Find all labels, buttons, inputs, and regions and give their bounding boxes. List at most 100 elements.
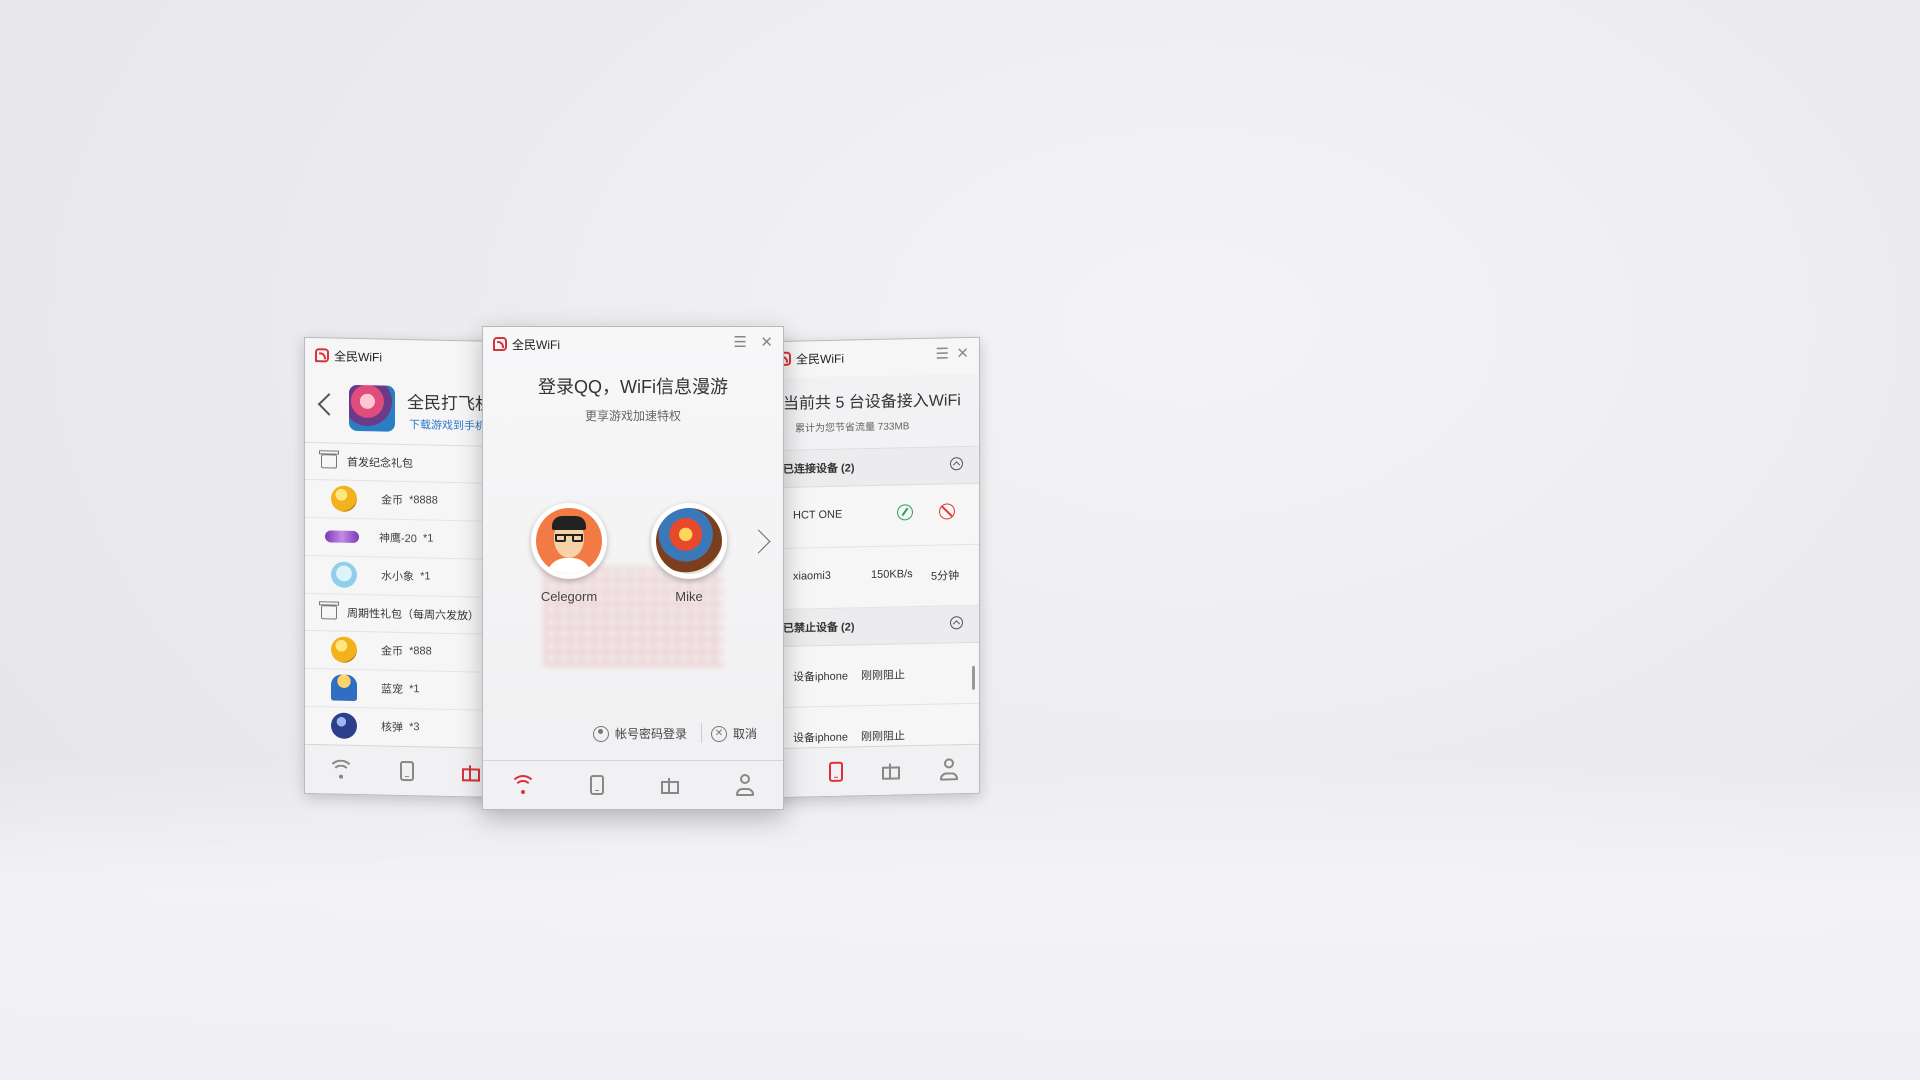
gold-coin-icon — [331, 636, 357, 663]
item-qty: *1 — [409, 683, 420, 696]
avatar-image — [656, 508, 722, 574]
device-row: HCT ONE — [767, 483, 979, 550]
item-qty: *3 — [409, 721, 420, 734]
device-name: 设备iphone — [793, 670, 849, 684]
avatar-image — [536, 508, 602, 574]
avatar[interactable] — [531, 503, 607, 579]
gift-icon[interactable] — [660, 776, 680, 794]
bottom-nav — [483, 760, 783, 809]
gold-coin-icon — [331, 485, 357, 512]
list-item: 水小象 *1 — [305, 554, 505, 599]
gift-icon[interactable] — [461, 763, 481, 781]
section-label: 首发纪念礼包 — [347, 456, 413, 471]
item-name: 神鹰-20 — [379, 532, 417, 546]
devices-window: 全民WiFi ☰ ✕ 当前共 5 台设备接入WiFi 累计为您节省流量 733M… — [766, 336, 980, 799]
password-login-button[interactable]: 帐号密码登录 — [593, 725, 687, 742]
device-row: xiaomi3 150KB/s 5分钟 — [767, 544, 979, 611]
item-qty: *1 — [420, 570, 431, 583]
app-title: 全民WiFi — [796, 351, 844, 367]
wifi-icon[interactable] — [327, 757, 354, 786]
back-icon[interactable] — [317, 393, 341, 416]
next-arrow-icon[interactable] — [746, 529, 771, 554]
collapse-icon[interactable] — [950, 457, 963, 471]
device-speed: 150KB/s — [871, 568, 913, 582]
cancel-button[interactable]: ✕ 取消 — [711, 725, 757, 742]
account-mike[interactable]: Mike — [649, 503, 729, 604]
elephant-icon — [331, 561, 357, 588]
user-icon[interactable] — [939, 758, 959, 780]
device-name: xiaomi3 — [793, 569, 831, 583]
block-icon[interactable] — [939, 503, 955, 520]
device-count-heading: 当前共 5 台设备接入WiFi — [783, 392, 961, 413]
device-status: 刚刚阻止 — [861, 730, 905, 744]
item-qty: *1 — [423, 532, 434, 545]
menu-icon[interactable]: ☰ — [936, 345, 949, 362]
fighter-plane-icon — [325, 530, 359, 544]
cancel-label: 取消 — [733, 727, 758, 741]
gift-box-icon — [321, 454, 337, 469]
tablet-icon[interactable] — [590, 775, 605, 795]
gift-window: 全民WiFi 全民打飞机 下载游戏到手机 首发纪念礼包 金币 *8888 神鹰-… — [304, 336, 506, 799]
account-celegorm[interactable]: Celegorm — [529, 503, 609, 604]
section-label: 已连接设备 (2) — [783, 462, 855, 476]
avatar[interactable] — [651, 503, 727, 579]
collapse-icon[interactable] — [950, 616, 963, 630]
list-item: 神鹰-20 *1 — [305, 516, 505, 561]
item-name: 水小象 — [381, 570, 414, 584]
menu-icon[interactable]: ☰ — [734, 335, 747, 351]
password-login-label: 帐号密码登录 — [615, 727, 688, 741]
section-label: 已禁止设备 (2) — [783, 621, 855, 635]
traffic-saved: 累计为您节省流量 733MB — [795, 421, 910, 435]
cancel-icon: ✕ — [711, 725, 727, 742]
login-subheading: 更享游戏加速特权 — [584, 409, 681, 423]
list-item: 金币 *888 — [305, 629, 505, 674]
login-heading: 登录QQ，WiFi信息漫游 — [538, 377, 728, 397]
item-qty: *888 — [409, 645, 432, 658]
person-icon — [593, 725, 609, 742]
device-time: 5分钟 — [931, 570, 960, 583]
device-row: 设备iphone 刚刚阻止 — [767, 642, 979, 709]
game-header: 全民打飞机 下载游戏到手机 — [305, 373, 505, 448]
device-status: 刚刚阻止 — [861, 669, 905, 683]
account-name: Celegorm — [540, 589, 598, 604]
list-item: 金币 *8888 — [305, 478, 505, 523]
item-name: 核弹 — [381, 721, 403, 734]
list-item: 蓝宠 *1 — [305, 667, 505, 712]
item-name: 金币 — [381, 645, 403, 658]
bottom-nav — [767, 743, 979, 798]
item-name: 金币 — [381, 494, 403, 507]
section-label: 周期性礼包（每周六发放） — [347, 607, 479, 623]
user-icon[interactable] — [735, 774, 755, 796]
account-name: Mike — [675, 589, 703, 604]
gift-icon[interactable] — [881, 761, 901, 779]
edit-icon[interactable] — [897, 504, 913, 521]
gift-box-icon — [321, 605, 337, 620]
bottom-nav — [305, 743, 505, 798]
close-icon[interactable]: ✕ — [760, 335, 773, 351]
game-thumbnail — [349, 384, 395, 432]
wifi-logo-icon — [493, 337, 507, 351]
bomb-icon — [331, 712, 357, 739]
wifi-icon[interactable] — [509, 773, 536, 797]
download-link[interactable]: 下载游戏到手机 — [409, 416, 486, 434]
section-connected[interactable]: 已连接设备 (2) — [767, 446, 979, 489]
section-header-first-gift: 首发纪念礼包 — [305, 442, 505, 485]
wifi-logo-icon — [315, 348, 329, 363]
section-blocked[interactable]: 已禁止设备 (2) — [767, 605, 979, 648]
scrollbar[interactable] — [972, 665, 975, 690]
blue-pet-icon — [331, 674, 357, 701]
close-icon[interactable]: ✕ — [956, 345, 969, 362]
game-title: 全民打飞机 — [407, 393, 492, 414]
devices-summary: 当前共 5 台设备接入WiFi 累计为您节省流量 733MB — [767, 373, 979, 452]
tablet-icon[interactable] — [829, 761, 843, 782]
title-bar: 全民WiFi — [305, 338, 505, 376]
list-item: 核弹 *3 — [305, 705, 505, 750]
tablet-icon[interactable] — [399, 760, 414, 782]
item-name: 蓝宠 — [381, 683, 403, 696]
floor-reflection — [0, 760, 1920, 1080]
section-header-weekly-gift: 周期性礼包（每周六发放） — [305, 593, 505, 636]
app-title: 全民WiFi — [334, 349, 382, 365]
login-window: 全民WiFi ☰ ✕ 登录QQ，WiFi信息漫游 更享游戏加速特权 Celego… — [482, 326, 784, 810]
item-qty: *8888 — [409, 494, 438, 507]
divider — [701, 723, 702, 743]
